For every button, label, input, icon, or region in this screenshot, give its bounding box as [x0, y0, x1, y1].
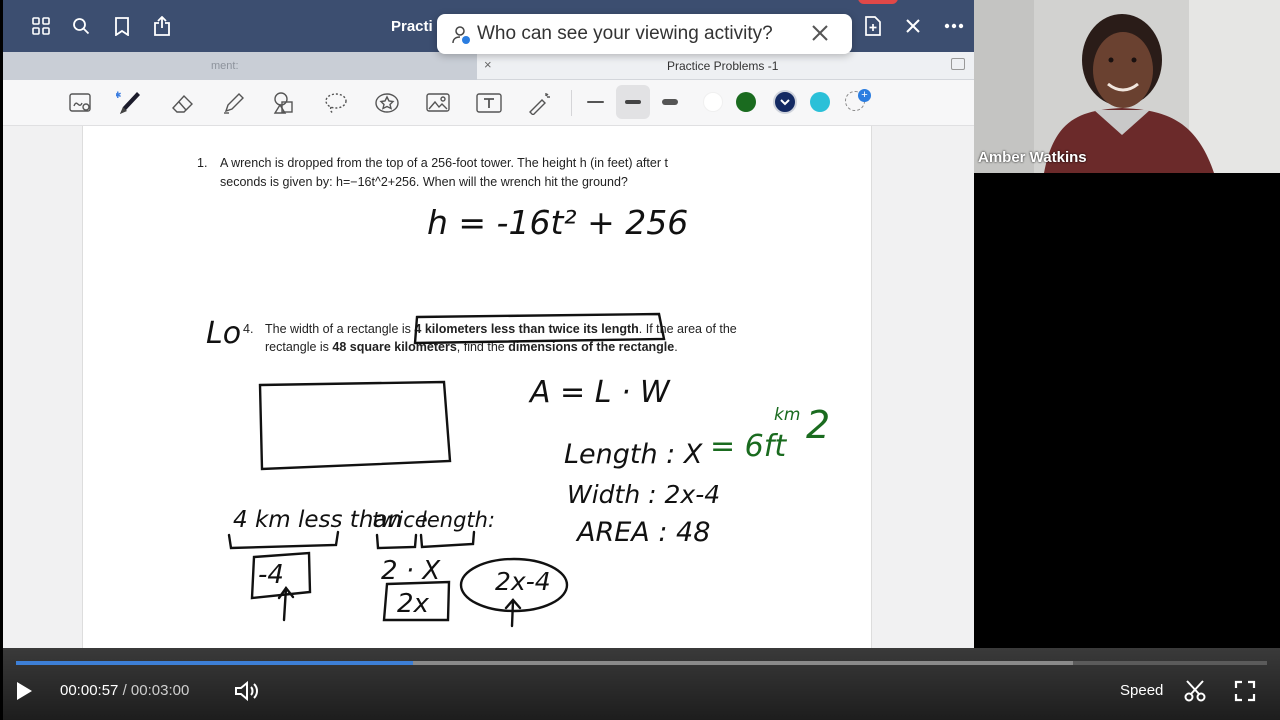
fullscreen-button[interactable] — [1232, 678, 1258, 704]
ink-equals-6ft: = 6ft — [710, 429, 787, 464]
popup-message: Who can see your viewing activity? — [477, 23, 773, 44]
play-button[interactable] — [11, 678, 37, 704]
volume-button[interactable] — [234, 678, 260, 704]
time-separator: / — [122, 682, 127, 699]
ink-highlight-box — [413, 312, 666, 345]
duration: 00:03:00 — [130, 682, 190, 699]
ink-lo: Lo — [206, 316, 241, 351]
ink-area-formula: A = L · W — [528, 375, 671, 410]
popup-close-icon[interactable] — [809, 22, 831, 44]
ink-2x-4: 2x-4 — [495, 567, 551, 596]
play-icon — [17, 682, 32, 700]
volume-icon — [235, 680, 258, 702]
ink-area: AREA : 48 — [575, 517, 710, 548]
current-time: 00:00:57 — [60, 682, 119, 699]
handwriting-layer: h = -16t² + 256 Lo A = L · W Length : X … — [206, 203, 830, 628]
viewing-activity-popup[interactable]: Who can see your viewing activity? — [437, 14, 852, 54]
ink-length: Length : X — [564, 439, 703, 470]
speed-button[interactable]: Speed — [1120, 682, 1163, 699]
ink-squared: 2 — [806, 403, 830, 447]
ink-equation-1: h = -16t² + 256 — [427, 203, 688, 242]
viewers-icon — [452, 26, 470, 44]
ink-phrase-3: length: — [421, 508, 495, 532]
presenter-name: Amber Watkins — [978, 149, 1087, 166]
progress-played — [16, 661, 413, 665]
notes-app: Practi ment: × Practice Problems -1 ✱ + … — [3, 0, 974, 648]
presenter-video — [974, 0, 1280, 173]
time-display: 00:00:57 / 00:03:00 — [60, 682, 189, 699]
ink-phrase-2: twice — [372, 508, 428, 532]
video-frame: Practi ment: × Practice Problems -1 ✱ + … — [0, 0, 1280, 720]
clip-button[interactable] — [1182, 678, 1208, 704]
ink-width: Width : 2x-4 — [567, 480, 720, 509]
ink-arrow-1 — [277, 585, 295, 622]
ink-km: km — [774, 405, 800, 425]
ink-bracket-3 — [419, 530, 476, 549]
webcam-feed: Amber Watkins — [974, 0, 1280, 173]
ink-rectangle — [258, 380, 452, 471]
video-player-controls: 00:00:57 / 00:03:00 Speed — [3, 648, 1280, 720]
ink-bracket-2 — [375, 533, 418, 550]
ink-arrow-2 — [504, 598, 522, 628]
scissors-icon — [1184, 680, 1206, 702]
fullscreen-icon — [1234, 680, 1256, 702]
ink-bracket-1 — [227, 530, 340, 550]
ink-2x: 2x — [397, 589, 430, 619]
ink-minus-4: -4 — [258, 560, 284, 590]
progress-bar[interactable] — [16, 661, 1267, 665]
